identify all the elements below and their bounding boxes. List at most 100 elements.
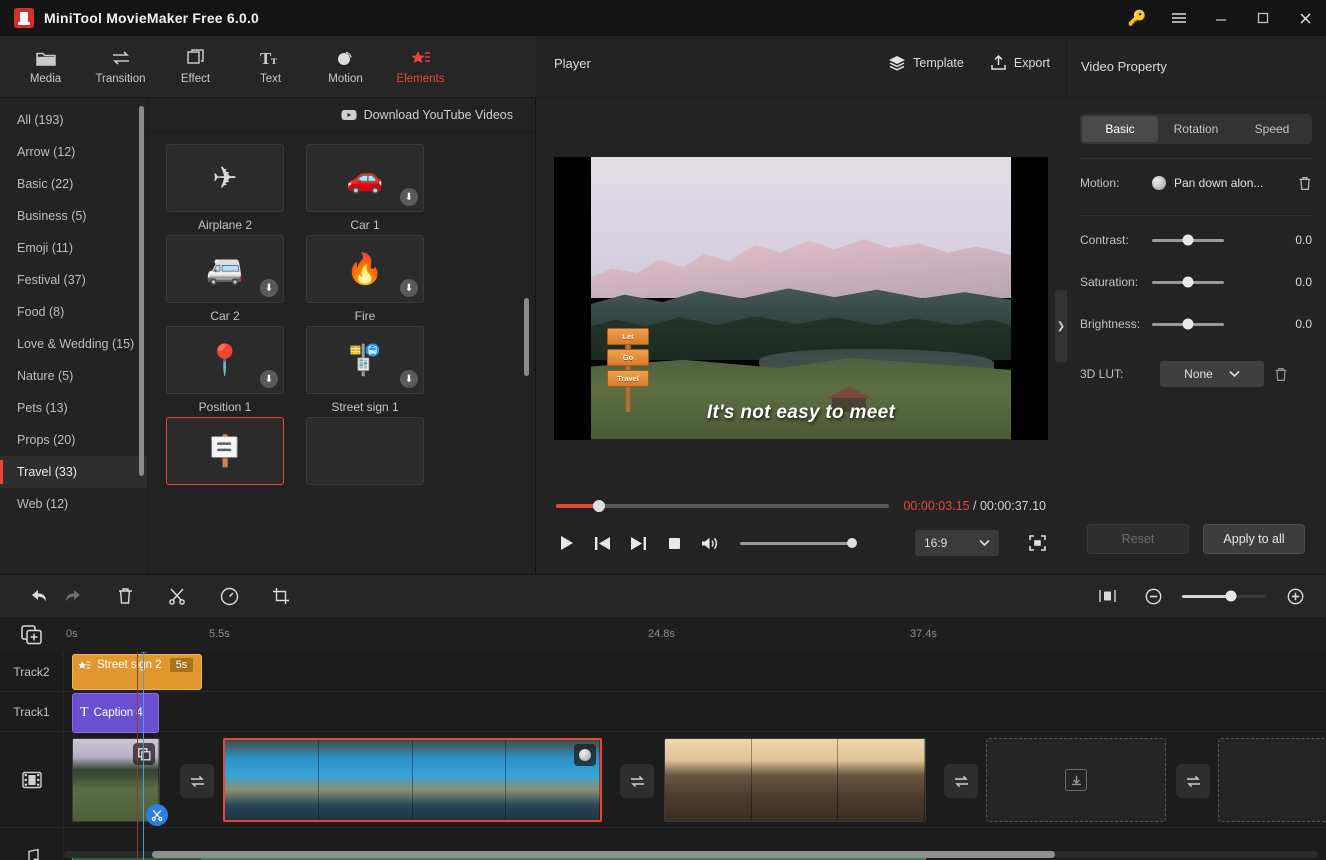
- transition-slot[interactable]: [180, 764, 214, 798]
- element-cell[interactable]: 🚗 ⬇ Car 1: [306, 144, 446, 232]
- element-thumbnail[interactable]: 🔥 ⬇: [306, 235, 424, 303]
- category-love-wedding[interactable]: Love & Wedding (15): [0, 328, 147, 360]
- element-thumbnail[interactable]: [306, 417, 424, 485]
- fullscreen-icon[interactable]: [1029, 535, 1046, 551]
- element-cell[interactable]: [306, 417, 446, 491]
- download-icon[interactable]: ⬇: [400, 370, 418, 388]
- minimize-button[interactable]: [1200, 0, 1242, 36]
- tab-speed[interactable]: Speed: [1234, 116, 1310, 142]
- element-cell[interactable]: ✈ Airplane 2: [166, 144, 306, 232]
- add-media-icon[interactable]: [0, 625, 64, 645]
- transition-slot[interactable]: [944, 764, 978, 798]
- tab-basic[interactable]: Basic: [1082, 116, 1158, 142]
- download-icon[interactable]: ⬇: [400, 279, 418, 297]
- toolbar-item-effect[interactable]: Effect: [158, 38, 233, 96]
- delete-motion-icon[interactable]: [1298, 176, 1312, 191]
- zoom-out-icon[interactable]: [1136, 579, 1170, 613]
- crop-icon[interactable]: [264, 579, 298, 613]
- saturation-handle[interactable]: [1183, 277, 1194, 288]
- aspect-ratio-select[interactable]: 16:9: [915, 530, 999, 556]
- undo-icon[interactable]: [22, 579, 56, 613]
- fit-timeline-icon[interactable]: [1090, 579, 1124, 613]
- category-business[interactable]: Business (5): [0, 200, 147, 232]
- download-icon[interactable]: ⬇: [260, 370, 278, 388]
- seek-slider[interactable]: [556, 504, 889, 508]
- track-lane-video[interactable]: [64, 732, 1326, 827]
- toolbar-item-transition[interactable]: Transition: [83, 38, 158, 96]
- key-icon[interactable]: 🔑: [1116, 0, 1158, 36]
- lut-select[interactable]: None: [1160, 361, 1264, 387]
- element-thumbnail[interactable]: 🚗 ⬇: [306, 144, 424, 212]
- category-festival[interactable]: Festival (37): [0, 264, 147, 296]
- volume-icon[interactable]: [700, 533, 720, 553]
- apply-to-all-button[interactable]: Apply to all: [1203, 524, 1305, 554]
- split-icon[interactable]: [160, 579, 194, 613]
- maximize-button[interactable]: [1242, 0, 1284, 36]
- grid-scrollbar[interactable]: [524, 298, 529, 376]
- toolbar-item-media[interactable]: Media: [8, 38, 83, 96]
- category-emoji[interactable]: Emoji (11): [0, 232, 147, 264]
- preview-screen[interactable]: Let Go Travel It's not easy to meet: [554, 157, 1048, 440]
- element-thumbnail[interactable]: 🚏 ⬇: [306, 326, 424, 394]
- reset-button[interactable]: Reset: [1087, 524, 1189, 554]
- brightness-slider[interactable]: [1152, 323, 1224, 326]
- caption-overlay[interactable]: It's not easy to meet: [591, 402, 1011, 424]
- track-lane-element[interactable]: Street sign 2 5s: [64, 652, 1326, 691]
- playhead[interactable]: [143, 652, 144, 860]
- download-youtube-link[interactable]: Download YouTube Videos: [364, 108, 513, 122]
- element-cell-selected[interactable]: 🪧: [166, 417, 306, 491]
- timeline-ruler[interactable]: 0s 5.5s 24.8s 37.4s: [64, 618, 1326, 652]
- category-props[interactable]: Props (20): [0, 424, 147, 456]
- download-icon[interactable]: ⬇: [400, 188, 418, 206]
- element-cell[interactable]: 🚏 ⬇ Street sign 1: [306, 326, 446, 414]
- motion-badge-icon[interactable]: [574, 744, 596, 766]
- split-badge-icon[interactable]: [146, 804, 168, 826]
- brightness-handle[interactable]: [1183, 319, 1194, 330]
- category-web[interactable]: Web (12): [0, 488, 147, 520]
- timeline-hscrollbar-thumb[interactable]: [152, 851, 1055, 858]
- category-travel[interactable]: Travel (33): [0, 456, 147, 488]
- seek-handle[interactable]: [593, 500, 605, 512]
- category-nature[interactable]: Nature (5): [0, 360, 147, 392]
- delete-icon[interactable]: [108, 579, 142, 613]
- menu-icon[interactable]: [1158, 0, 1200, 36]
- text-clip[interactable]: T Caption 4: [72, 693, 159, 733]
- category-pets[interactable]: Pets (13): [0, 392, 147, 424]
- zoom-in-icon[interactable]: [1278, 579, 1312, 613]
- template-button[interactable]: Template: [888, 55, 964, 71]
- toolbar-item-text[interactable]: Tт Text: [233, 38, 308, 96]
- element-thumbnail[interactable]: 🪧: [166, 417, 284, 485]
- category-food[interactable]: Food (8): [0, 296, 147, 328]
- stop-icon[interactable]: [664, 533, 684, 553]
- timeline-hscrollbar[interactable]: [64, 851, 1318, 858]
- close-button[interactable]: [1284, 0, 1326, 36]
- element-thumbnail[interactable]: ✈: [166, 144, 284, 212]
- download-icon[interactable]: ⬇: [260, 279, 278, 297]
- volume-slider[interactable]: [740, 542, 852, 545]
- contrast-slider[interactable]: [1152, 239, 1224, 242]
- delete-lut-icon[interactable]: [1274, 367, 1288, 382]
- element-cell[interactable]: 🚐 ⬇ Car 2: [166, 235, 306, 323]
- drop-slot[interactable]: [1218, 738, 1326, 822]
- category-scrollbar[interactable]: [139, 106, 144, 476]
- element-cell[interactable]: 🔥 ⬇ Fire: [306, 235, 446, 323]
- contrast-handle[interactable]: [1183, 235, 1194, 246]
- transition-slot[interactable]: [1176, 764, 1210, 798]
- drop-slot[interactable]: [986, 738, 1166, 822]
- speed-icon[interactable]: [212, 579, 246, 613]
- video-clip-lake-selected[interactable]: [223, 738, 602, 822]
- saturation-slider[interactable]: [1152, 281, 1224, 284]
- video-clip-bridge[interactable]: [664, 738, 926, 822]
- volume-handle[interactable]: [847, 538, 857, 548]
- element-thumbnail[interactable]: 📍 ⬇: [166, 326, 284, 394]
- element-cell[interactable]: 📍 ⬇ Position 1: [166, 326, 306, 414]
- track-lane-text[interactable]: T Caption 4: [64, 692, 1326, 731]
- toolbar-item-motion[interactable]: Motion: [308, 38, 383, 96]
- zoom-handle[interactable]: [1225, 591, 1236, 602]
- previous-frame-icon[interactable]: [592, 533, 612, 553]
- next-frame-icon[interactable]: [628, 533, 648, 553]
- redo-icon[interactable]: [56, 579, 90, 613]
- category-basic[interactable]: Basic (22): [0, 168, 147, 200]
- tab-rotation[interactable]: Rotation: [1158, 116, 1234, 142]
- panel-collapse-handle[interactable]: ❯: [1055, 290, 1067, 362]
